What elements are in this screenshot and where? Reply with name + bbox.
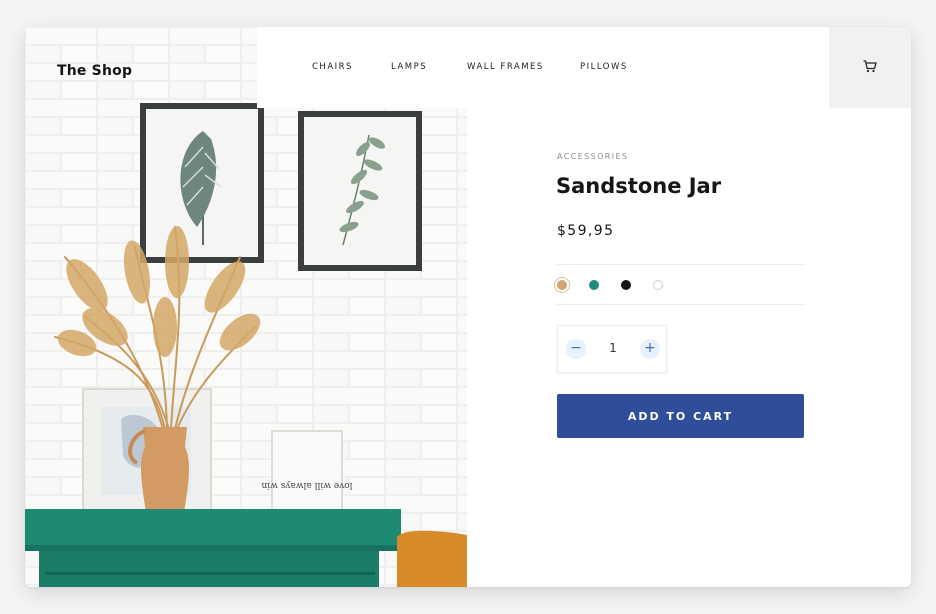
quantity-increase-button[interactable]: +	[640, 339, 660, 359]
divider	[557, 264, 804, 265]
color-swatch-sand[interactable]	[557, 280, 567, 290]
nav-item-pillows[interactable]: PILLOWS	[580, 62, 628, 72]
brand-logo[interactable]: The Shop	[57, 63, 132, 79]
nav-item-chairs[interactable]: CHAIRS	[312, 62, 353, 72]
quantity-decrease-button[interactable]: −	[566, 339, 586, 359]
wall-frame-branch	[298, 111, 422, 271]
svg-text:love will always win: love will always win	[261, 480, 352, 490]
color-swatch-white[interactable]	[653, 280, 663, 290]
product-price: $59,95	[557, 223, 615, 239]
top-navigation: CHAIRS LAMPS WALL FRAMES PILLOWS	[257, 27, 829, 108]
product-title: Sandstone Jar	[556, 174, 722, 198]
nav-item-wall-frames[interactable]: WALL FRAMES	[467, 62, 544, 72]
color-swatch-teal[interactable]	[589, 280, 599, 290]
nav-item-lamps[interactable]: LAMPS	[391, 62, 427, 72]
product-hero-image: love will always win	[25, 27, 467, 587]
add-to-cart-button[interactable]: ADD TO CART	[557, 394, 804, 438]
wall-frame-leaf	[140, 103, 264, 263]
shop-window: love will always win The Shop CHAIRS LAM…	[25, 27, 911, 587]
quantity-stepper: − 1 +	[557, 325, 667, 373]
cart-icon	[863, 58, 877, 77]
product-category: ACCESSORIES	[557, 152, 629, 161]
quantity-value: 1	[609, 341, 617, 355]
cart-button[interactable]	[829, 27, 911, 108]
love-frame: love will always win	[261, 430, 353, 520]
color-swatch-black[interactable]	[621, 280, 631, 290]
divider	[557, 304, 804, 305]
